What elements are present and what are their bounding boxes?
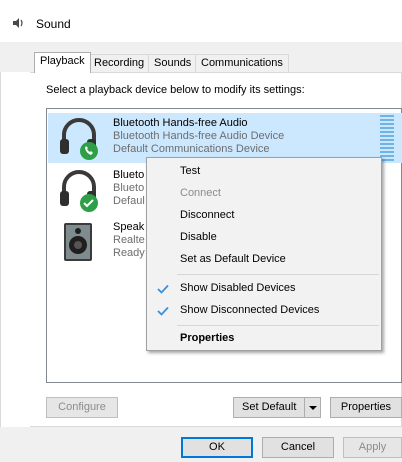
tab-recording[interactable]: Recording [88, 54, 151, 72]
device-status: Ready [113, 247, 145, 259]
menu-item-properties[interactable]: Properties [148, 328, 380, 350]
set-default-button[interactable]: Set Default [233, 397, 321, 418]
chevron-down-icon [309, 406, 317, 410]
configure-button[interactable]: Configure [46, 397, 118, 418]
menu-separator [177, 274, 379, 275]
device-context-menu: Test Connect Disconnect Disable Set as D… [146, 157, 382, 351]
ok-button[interactable]: OK [181, 437, 253, 458]
device-item-bluetooth-hands-free[interactable]: Bluetooth Hands-free Audio Bluetooth Han… [48, 113, 402, 163]
window-title: Sound [36, 17, 71, 31]
headset-phone-icon [56, 115, 102, 161]
set-default-label: Set Default [242, 401, 297, 413]
menu-item-set-default[interactable]: Set as Default Device [148, 249, 380, 271]
volume-level-meter [380, 115, 394, 161]
menu-item-disconnect[interactable]: Disconnect [148, 205, 380, 227]
speaker-box-icon [56, 219, 102, 265]
instruction-text: Select a playback device below to modify… [46, 84, 305, 96]
device-status: Defaul [113, 195, 145, 207]
tab-strip: Playback Recording Sounds Communications [0, 52, 402, 73]
tab-communications[interactable]: Communications [195, 54, 289, 72]
menu-item-connect: Connect [180, 187, 221, 199]
device-description: Bluetooth Hands-free Audio Device [113, 130, 285, 142]
menu-item-test[interactable]: Test [148, 161, 380, 183]
device-name: Speak [113, 221, 145, 233]
apply-button[interactable]: Apply [343, 437, 402, 458]
properties-button[interactable]: Properties [330, 397, 402, 418]
menu-item-show-disconnected[interactable]: Show Disconnected Devices [148, 300, 380, 322]
menu-separator [177, 325, 379, 326]
device-description: Blueto [113, 182, 145, 194]
device-name: Bluetooth Hands-free Audio [113, 117, 248, 129]
tab-playback[interactable]: Playback [34, 52, 91, 73]
title-bar: Sound [0, 0, 402, 42]
device-description: Realte [113, 234, 145, 246]
speaker-icon [13, 18, 23, 28]
menu-item-disable[interactable]: Disable [148, 227, 380, 249]
device-name: Blueto [113, 169, 145, 181]
checkmark-icon [157, 306, 169, 316]
checkmark-icon [157, 284, 169, 294]
headset-check-icon [56, 167, 102, 213]
set-default-dropdown[interactable] [304, 398, 320, 417]
device-status: Default Communications Device [113, 143, 270, 155]
tab-sounds[interactable]: Sounds [148, 54, 198, 72]
menu-item-show-disabled[interactable]: Show Disabled Devices [148, 278, 380, 300]
cancel-button[interactable]: Cancel [262, 437, 334, 458]
